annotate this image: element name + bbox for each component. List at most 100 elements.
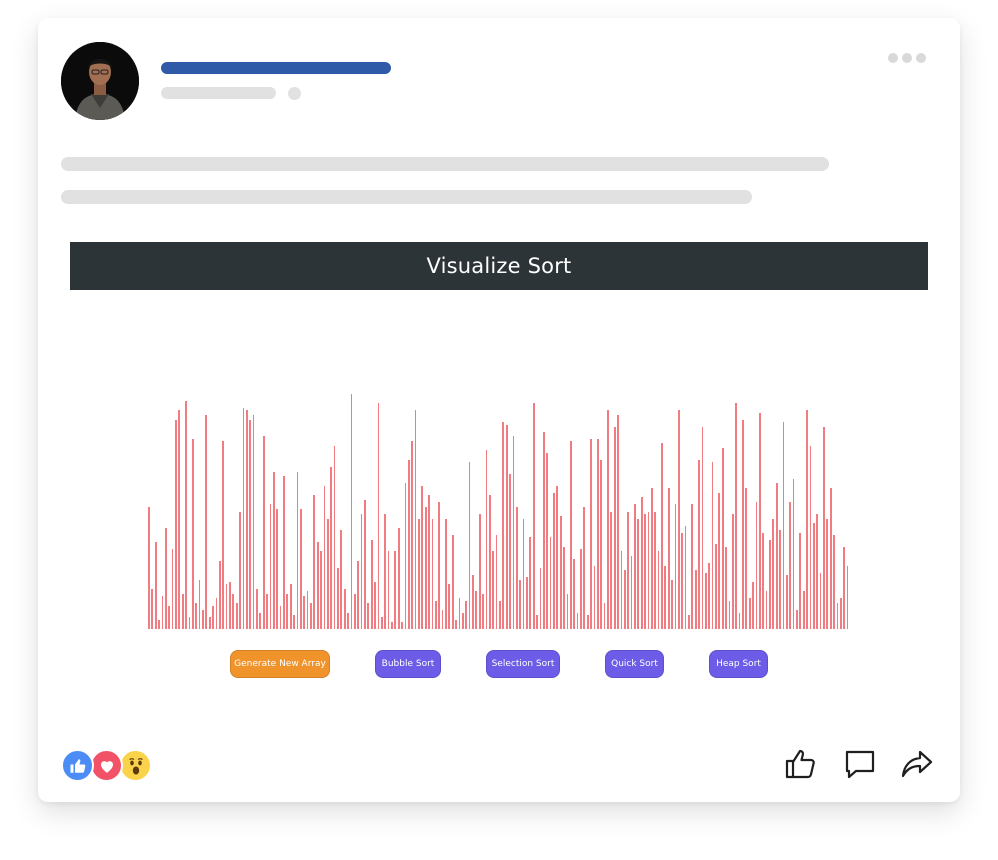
array-bar <box>171 549 174 629</box>
array-bar <box>785 574 788 629</box>
array-bar <box>461 612 464 629</box>
array-bar <box>610 511 613 629</box>
array-bar <box>563 546 565 629</box>
array-bar <box>441 610 444 629</box>
array-bar <box>245 410 248 629</box>
array-bar <box>316 542 319 629</box>
heap-sort-button[interactable]: Heap Sort <box>709 650 768 678</box>
array-bar <box>620 551 623 629</box>
bubble-sort-button[interactable]: Bubble Sort <box>375 650 441 678</box>
array-bar <box>769 539 771 629</box>
array-bar <box>320 551 322 629</box>
array-bar <box>252 415 255 629</box>
array-bar <box>509 473 511 629</box>
array-bar <box>583 506 586 629</box>
comment-icon[interactable] <box>843 747 877 781</box>
post-meta-placeholder <box>161 87 276 99</box>
array-bar <box>434 600 437 629</box>
array-bar <box>647 511 650 629</box>
privacy-dot <box>288 87 301 100</box>
array-bar <box>272 471 275 629</box>
array-bar <box>546 452 549 629</box>
array-bar <box>478 513 481 629</box>
dot <box>916 53 926 63</box>
array-bar <box>512 436 515 629</box>
array-bar <box>630 556 633 629</box>
reaction-summary[interactable] <box>61 749 156 782</box>
array-bar <box>623 570 626 629</box>
avatar[interactable] <box>61 42 139 120</box>
array-bar <box>262 436 265 629</box>
array-bar <box>458 598 461 629</box>
quick-sort-button[interactable]: Quick Sort <box>605 650 664 678</box>
array-bar <box>148 506 150 629</box>
array-bar <box>306 591 309 629</box>
array-bar <box>384 513 387 629</box>
array-bar <box>492 551 495 629</box>
generate-new-array-button[interactable]: Generate New Array <box>230 650 330 678</box>
selection-sort-button[interactable]: Selection Sort <box>486 650 560 678</box>
visualizer-title: Visualize Sort <box>70 242 928 290</box>
array-bar <box>468 462 471 629</box>
array-bar <box>256 589 258 629</box>
share-icon[interactable] <box>900 747 934 781</box>
array-bar <box>208 617 211 629</box>
array-bar <box>735 403 738 629</box>
array-bar <box>590 438 592 629</box>
array-bar <box>286 593 289 629</box>
array-bar <box>762 532 765 629</box>
array-bar <box>742 419 744 629</box>
array-bar <box>377 403 380 629</box>
wow-reaction-icon <box>119 749 152 782</box>
array-bar <box>357 560 360 629</box>
array-bar <box>407 459 410 629</box>
more-dots-icon[interactable] <box>888 53 926 63</box>
array-bar <box>276 509 279 629</box>
array-bar <box>158 619 160 629</box>
array-bar <box>664 565 667 629</box>
like-icon[interactable] <box>784 747 818 781</box>
array-bar <box>488 495 491 629</box>
array-bar <box>752 582 754 629</box>
array-bar <box>353 593 356 629</box>
array-bar <box>704 572 707 629</box>
post-card: Visualize Sort Generate New Array Bubble… <box>38 18 960 802</box>
array-bar <box>782 422 785 629</box>
sort-controls: Generate New Array Bubble Sort Selection… <box>38 650 960 680</box>
array-bar <box>313 495 316 629</box>
array-bar <box>607 410 609 629</box>
array-bar <box>846 565 849 629</box>
array-bar <box>168 605 171 629</box>
array-bar <box>526 577 528 629</box>
array-bar <box>222 441 225 629</box>
array-bars <box>148 378 850 629</box>
array-bar <box>269 504 272 629</box>
array-bar <box>819 572 822 629</box>
array-bar <box>738 612 741 629</box>
array-bar <box>721 448 724 629</box>
dot <box>888 53 898 63</box>
array-bar <box>596 438 599 629</box>
array-bar <box>691 504 694 629</box>
array-bar <box>789 502 792 629</box>
array-bar <box>394 551 397 629</box>
array-bar <box>380 617 383 629</box>
array-bar <box>765 591 768 629</box>
array-bar <box>161 596 164 629</box>
array-bar <box>799 532 802 629</box>
array-bar <box>242 408 245 629</box>
author-name-placeholder[interactable] <box>161 62 391 74</box>
array-bar <box>796 610 798 629</box>
array-bar <box>370 539 373 629</box>
array-bar <box>303 596 306 629</box>
array-bar <box>833 535 835 629</box>
array-bar <box>701 426 704 629</box>
array-bar <box>259 612 262 629</box>
array-bar <box>681 532 684 629</box>
array-bar <box>421 485 424 629</box>
array-bar <box>202 610 204 629</box>
array-bar <box>694 570 697 629</box>
array-bar <box>323 485 326 629</box>
array-bar <box>502 422 505 629</box>
array-bar <box>364 499 366 629</box>
